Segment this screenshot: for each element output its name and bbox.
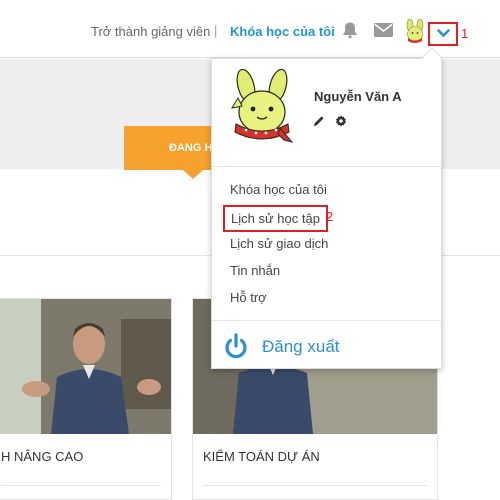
menu-divider — [212, 166, 441, 167]
profile-avatar-icon[interactable] — [226, 68, 298, 144]
bell-icon[interactable] — [341, 21, 359, 39]
card-divider — [1, 485, 161, 486]
menu-item-my-courses[interactable]: Khóa học của tôi — [230, 182, 327, 197]
user-avatar-icon[interactable] — [403, 19, 427, 45]
annotation-marker-2: 2 — [326, 209, 334, 224]
course-title[interactable]: KIỂM TOÁN DỰ ÁN — [203, 449, 320, 464]
profile-user-name: Nguyễn Văn A — [314, 89, 402, 104]
menu-item-messages[interactable]: Tin nhắn — [230, 263, 280, 278]
course-thumbnail[interactable] — [0, 299, 171, 434]
my-courses-link[interactable]: Khóa học của tôi — [230, 24, 335, 39]
nav-separator: | — [214, 23, 218, 38]
course-title[interactable]: H NÂNG CAO — [1, 449, 83, 464]
menu-divider — [212, 320, 441, 321]
chevron-down-icon — [437, 29, 450, 38]
edit-pencil-icon[interactable] — [313, 115, 325, 127]
mail-icon[interactable] — [374, 23, 393, 37]
menu-item-support[interactable]: Hỗ trợ — [230, 290, 267, 305]
menu-item-transaction-history[interactable]: Lịch sử giao dịch — [230, 236, 328, 251]
settings-gear-icon[interactable] — [335, 115, 347, 127]
annotation-marker-1: 1 — [461, 26, 469, 41]
logout-link[interactable]: Đăng xuất — [262, 337, 340, 357]
menu-item-learning-history[interactable]: Lịch sử học tập — [223, 205, 328, 232]
power-icon[interactable] — [223, 333, 249, 361]
status-tab-label: ĐANG H — [169, 142, 213, 154]
card-divider — [203, 485, 427, 486]
tab-pointer — [183, 170, 203, 179]
become-teacher-link[interactable]: Trở thành giảng viên — [91, 24, 210, 39]
course-card[interactable]: H NÂNG CAO — [0, 298, 172, 500]
account-dropdown-toggle[interactable] — [428, 22, 458, 46]
